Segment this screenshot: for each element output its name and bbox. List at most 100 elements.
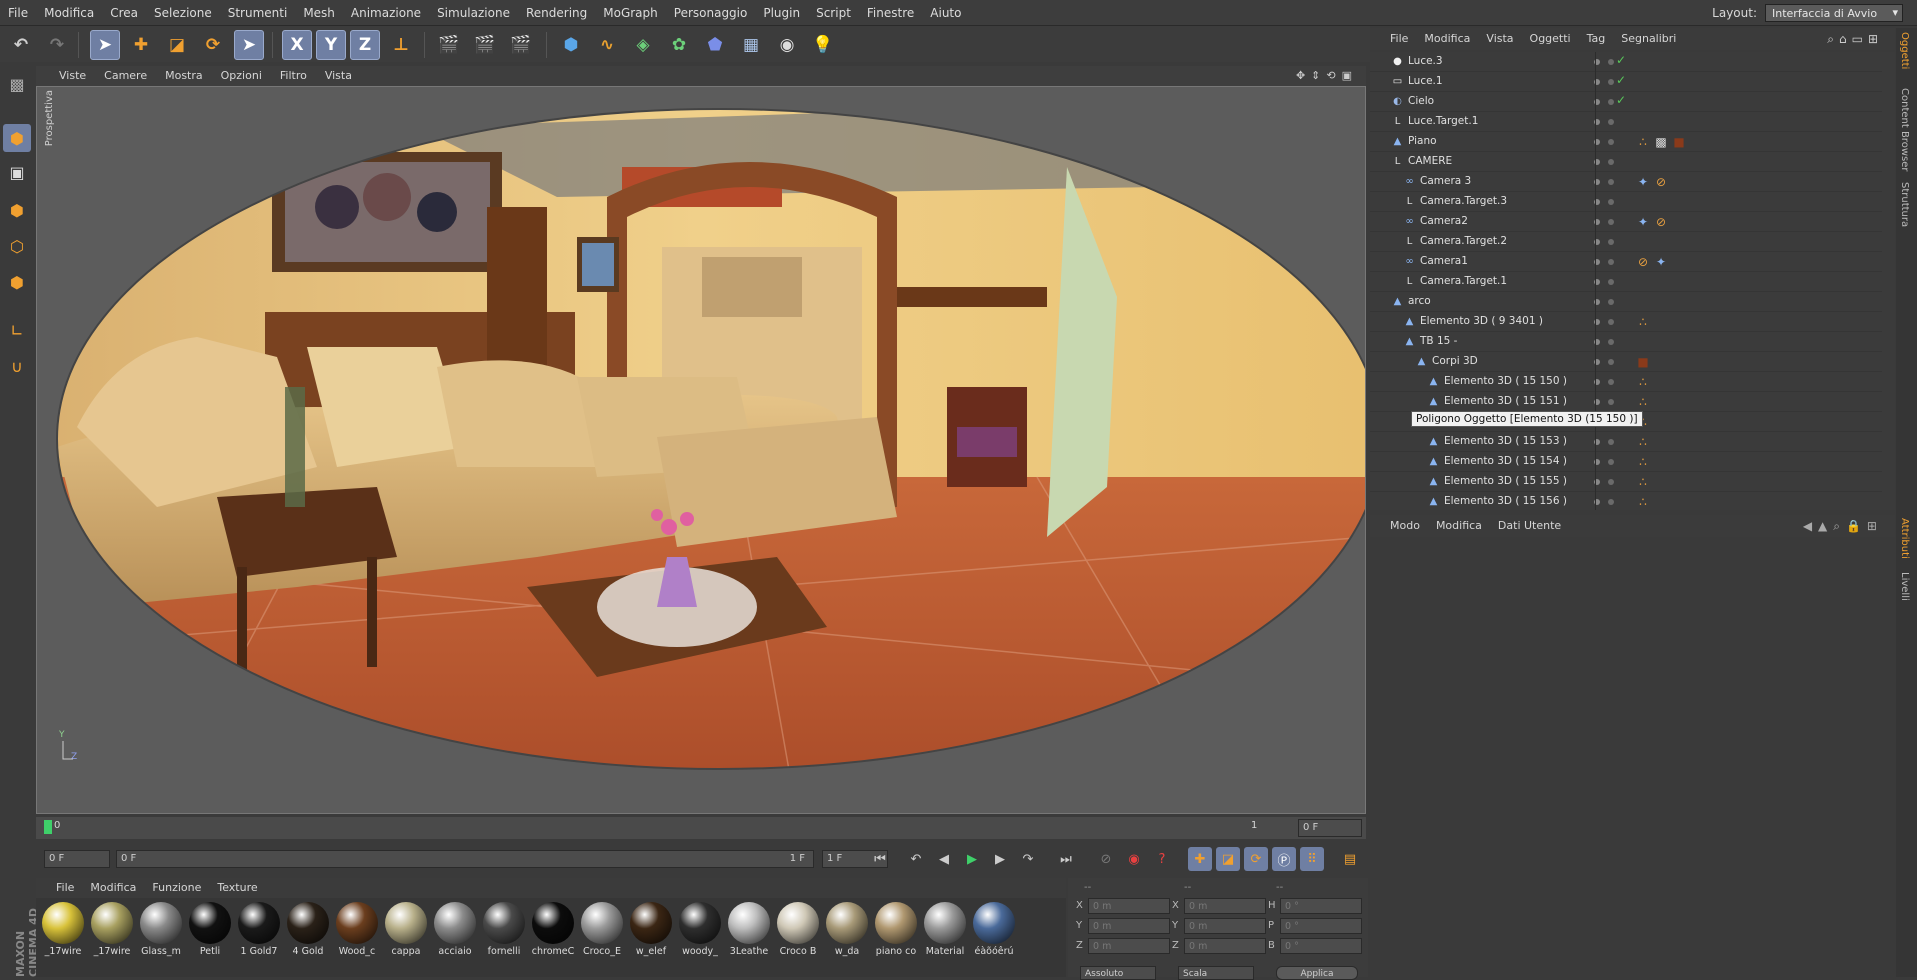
coord-value-field[interactable]: 0 ° <box>1280 918 1362 934</box>
render-visibility-dot[interactable] <box>1608 79 1614 85</box>
object-row[interactable]: ▲Elemento 3D ( 15 156 )∴ <box>1370 492 1882 510</box>
undo-button[interactable]: ↶ <box>6 30 36 60</box>
make-editable-button[interactable]: ▩ <box>3 70 31 98</box>
render-visibility-dot[interactable] <box>1608 439 1614 445</box>
render-visibility-dot[interactable] <box>1608 179 1614 185</box>
render-view-button[interactable]: 🎬 <box>434 30 464 60</box>
object-menu-modifica[interactable]: Modifica <box>1416 28 1478 50</box>
material-swatch[interactable]: _17wire <box>40 902 86 957</box>
render-visibility-dot[interactable] <box>1608 379 1614 385</box>
material-swatch[interactable]: Croco B <box>775 902 821 957</box>
object-menu-tag[interactable]: Tag <box>1579 28 1614 50</box>
object-menu-file[interactable]: File <box>1382 28 1416 50</box>
menu-file[interactable]: File <box>0 0 36 26</box>
material-menu-texture[interactable]: Texture <box>209 878 265 898</box>
frame-range-slider[interactable]: 0 F1 F <box>116 850 814 868</box>
material-swatch[interactable]: woody_ <box>677 902 723 957</box>
render-visibility-dot[interactable] <box>1608 299 1614 305</box>
render-visibility-dot[interactable] <box>1608 259 1614 265</box>
cube-button[interactable]: ⬢ <box>556 30 586 60</box>
start-frame-field[interactable]: 0 F <box>44 850 110 868</box>
material-swatch[interactable]: éàõóêrú <box>971 902 1017 957</box>
record-off-button[interactable]: ⊘ <box>1094 847 1118 871</box>
coord-mode-select[interactable]: Assoluto <box>1080 966 1156 980</box>
viewport-menu-camere[interactable]: Camere <box>95 66 156 86</box>
live-select-button[interactable]: ➤ <box>234 30 264 60</box>
menu-rendering[interactable]: Rendering <box>518 0 595 26</box>
tab-oggetti[interactable]: Oggetti <box>1899 32 1910 69</box>
texture-tag-icon[interactable]: ▩ <box>1654 135 1668 149</box>
timeline-playhead[interactable] <box>44 820 52 834</box>
enabled-check-icon[interactable]: ✓ <box>1616 53 1626 67</box>
viewport-menu-mostra[interactable]: Mostra <box>156 66 212 86</box>
snap-button[interactable]: ∪ <box>3 352 31 380</box>
phong-tag-icon[interactable]: ∴ <box>1636 495 1650 509</box>
array-button[interactable]: ✿ <box>664 30 694 60</box>
object-row[interactable]: ▭Luce.1✓ <box>1370 72 1882 92</box>
target-tag-icon[interactable]: ✦ <box>1654 255 1668 269</box>
axis-x-button[interactable]: X <box>282 30 312 60</box>
key-scale-button[interactable]: ◪ <box>1216 847 1240 871</box>
object-row[interactable]: ▲Elemento 3D ( 9 3401 )∴ <box>1370 312 1882 332</box>
object-row[interactable]: LCAMERE <box>1370 152 1882 172</box>
coord-value-field[interactable]: 0 ° <box>1280 898 1362 914</box>
apply-button[interactable]: Applica <box>1276 966 1358 980</box>
material-swatch[interactable]: Croco_E <box>579 902 625 957</box>
render-visibility-dot[interactable] <box>1608 399 1614 405</box>
object-row[interactable]: LCamera.Target.1 <box>1370 272 1882 292</box>
deformer-button[interactable]: ⬟ <box>700 30 730 60</box>
coord-value-field[interactable]: 0 m <box>1088 918 1170 934</box>
phong-tag-icon[interactable]: ∴ <box>1636 375 1650 389</box>
play-button[interactable]: ▶ <box>960 847 984 871</box>
phong-tag-icon[interactable]: ∴ <box>1636 435 1650 449</box>
object-row[interactable]: LCamera.Target.2 <box>1370 232 1882 252</box>
coord-value-field[interactable]: 0 m <box>1088 898 1170 914</box>
object-row[interactable]: ▲Elemento 3D ( 15 155 )∴ <box>1370 472 1882 492</box>
redo-button[interactable]: ↷ <box>42 30 72 60</box>
viewport-menu-viste[interactable]: Viste <box>50 66 95 86</box>
menu-simulazione[interactable]: Simulazione <box>429 0 518 26</box>
menu-selezione[interactable]: Selezione <box>146 0 220 26</box>
object-row[interactable]: ▲TB 15 - <box>1370 332 1882 352</box>
current-frame-field[interactable]: 0 F <box>1298 819 1362 837</box>
phong-tag-icon[interactable]: ∴ <box>1636 135 1650 149</box>
texture-mode-button[interactable]: ▣ <box>3 158 31 186</box>
coord-value-field[interactable]: 0 m <box>1184 938 1266 954</box>
menu-modifica[interactable]: Modifica <box>36 0 102 26</box>
material-swatch[interactable]: cappa <box>383 902 429 957</box>
render-picture-viewer-button[interactable]: 🎬 <box>470 30 500 60</box>
menu-plugin[interactable]: Plugin <box>755 0 808 26</box>
coord-value-field[interactable]: 0 m <box>1088 938 1170 954</box>
axis-z-button[interactable]: Z <box>350 30 380 60</box>
object-row[interactable]: LCamera.Target.3 <box>1370 192 1882 212</box>
menu-personaggio[interactable]: Personaggio <box>666 0 756 26</box>
edges-mode-button[interactable]: ⬡ <box>3 232 31 260</box>
render-settings-button[interactable]: 🎬 <box>506 30 536 60</box>
points-mode-button[interactable]: ⬢ <box>3 196 31 224</box>
polygons-mode-button[interactable]: ⬢ <box>3 268 31 296</box>
menu-crea[interactable]: Crea <box>102 0 146 26</box>
light-button[interactable]: 💡 <box>808 30 838 60</box>
layout-select[interactable]: Interfaccia di Avvio▾ <box>1765 4 1903 22</box>
enabled-check-icon[interactable]: ✓ <box>1616 93 1626 107</box>
material-menu-modifica[interactable]: Modifica <box>82 878 144 898</box>
scale-tool-button[interactable]: ◪ <box>162 30 192 60</box>
material-swatch[interactable]: _17wire <box>89 902 135 957</box>
object-row[interactable]: ▲Elemento 3D ( 15 153 )∴ <box>1370 432 1882 452</box>
keyframe-selection-button[interactable]: ? <box>1150 847 1174 871</box>
nurbs-button[interactable]: ◈ <box>628 30 658 60</box>
material-swatch[interactable]: 4 Gold <box>285 902 331 957</box>
material-swatch[interactable]: Glass_m <box>138 902 184 957</box>
viewport-menu-opzioni[interactable]: Opzioni <box>212 66 271 86</box>
axis-y-button[interactable]: Y <box>316 30 346 60</box>
protect-tag-icon[interactable]: ⊘ <box>1654 175 1668 189</box>
phong-tag-icon[interactable]: ∴ <box>1636 315 1650 329</box>
object-menu-oggetti[interactable]: Oggetti <box>1522 28 1579 50</box>
material-swatch[interactable]: w_da <box>824 902 870 957</box>
rotate-tool-button[interactable]: ⟳ <box>198 30 228 60</box>
move-tool-button[interactable]: ✚ <box>126 30 156 60</box>
material-swatch[interactable]: Material <box>922 902 968 957</box>
render-visibility-dot[interactable] <box>1608 459 1614 465</box>
autokey-button[interactable]: ◉ <box>1122 847 1146 871</box>
material-swatch[interactable]: acciaio <box>432 902 478 957</box>
